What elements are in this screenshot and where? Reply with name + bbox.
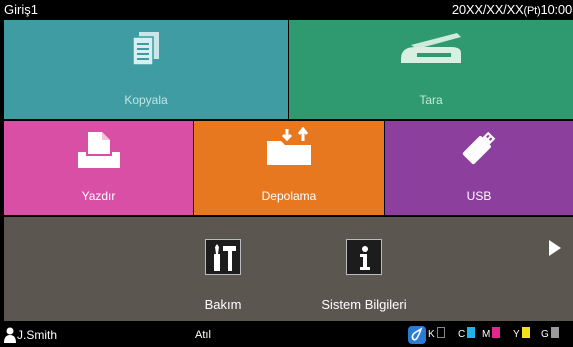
ink-level-k: K (428, 323, 445, 347)
ink-letter: C (458, 329, 466, 340)
printer-icon (78, 132, 120, 168)
print-tile[interactable]: Yazdır (4, 121, 193, 215)
ink-letter: G (541, 329, 549, 340)
maintenance-label: Bakım (204, 297, 242, 312)
system-info-label: Sistem Bilgileri (321, 297, 407, 312)
scan-label: Tara (419, 93, 443, 107)
toner-status-icon[interactable] (408, 326, 426, 344)
status-bar: J.Smith Atıl K C M Y G (0, 323, 573, 347)
next-page-arrow-icon[interactable] (548, 239, 562, 257)
ink-letter: M (482, 329, 491, 340)
user-icon (4, 327, 16, 343)
copy-tile[interactable]: Kopyala (4, 20, 288, 119)
ink-level-g: G (541, 323, 559, 347)
usb-label: USB (466, 189, 492, 203)
ink-level-y: Y (513, 323, 530, 347)
usb-icon (462, 131, 496, 165)
storage-tile[interactable]: Depolama (194, 121, 384, 215)
storage-label: Depolama (261, 189, 317, 203)
copy-icon (133, 32, 159, 66)
tools-panel: Bakım Sistem Bilgileri (4, 217, 573, 321)
weekday: (Pt) (523, 5, 541, 17)
usb-tile[interactable]: USB (385, 121, 573, 215)
time: 10:00 (540, 2, 572, 17)
top-bar: Giriş1 20XX/XX/XX(Pt)10:00 (0, 0, 573, 20)
date-time: 20XX/XX/XX(Pt)10:00 (452, 0, 572, 21)
maintenance-button[interactable]: Bakım (163, 217, 283, 312)
screen-title: Giriş1 (4, 2, 38, 17)
tools-icon (214, 244, 236, 271)
system-info-button[interactable]: Sistem Bilgileri (304, 217, 424, 312)
ink-letter: Y (513, 329, 520, 340)
scan-tile[interactable]: Tara (289, 20, 573, 119)
date: 20XX/XX/XX (451, 2, 524, 17)
maintenance-icon-box (205, 239, 241, 275)
ink-level-c: C (458, 323, 476, 347)
print-label: Yazdır (81, 189, 116, 203)
folder-icon (267, 127, 311, 165)
ink-letter: K (428, 329, 435, 340)
system-info-icon-box (346, 239, 382, 275)
copy-label: Kopyala (124, 93, 168, 107)
info-icon (360, 246, 370, 270)
scanner-icon (401, 33, 461, 63)
user-name[interactable]: J.Smith (17, 323, 57, 347)
ink-level-m: M (482, 323, 501, 347)
machine-state: Atıl (195, 329, 211, 341)
